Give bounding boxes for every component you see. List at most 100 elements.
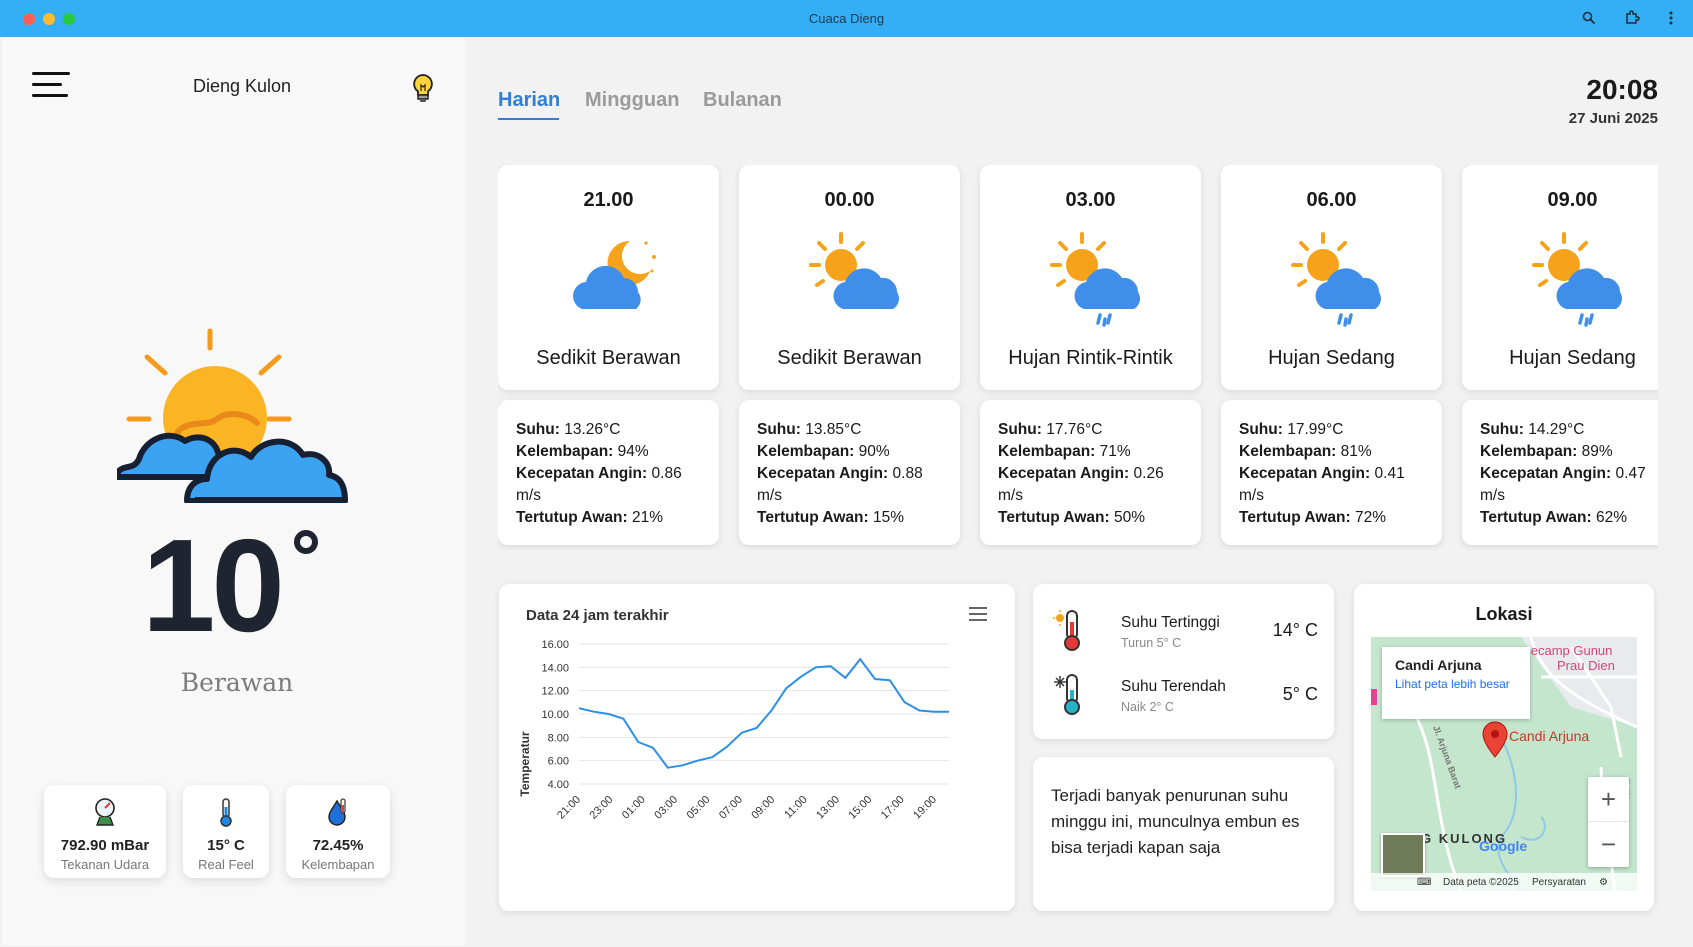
y-tick-label: 8.00 (548, 732, 569, 744)
forecast-card: 03.00 Hujan Rintik-Rintik Suhu: 17.76°C … (980, 165, 1201, 545)
cloud-moon-icon (573, 240, 656, 309)
awan-label: Tertutup Awan: (998, 509, 1110, 526)
zoom-icon[interactable] (1580, 9, 1598, 27)
suhu-label: Suhu: (757, 421, 801, 438)
high-temp-label: Suhu Tertinggi (1121, 614, 1220, 631)
pressure-value: 792.90 mBar (60, 837, 150, 854)
suhu-value: 13.26°C (564, 421, 621, 438)
active-tab-underline (498, 118, 559, 120)
angin-label: Kecepatan Angin: (1480, 465, 1612, 482)
zoom-out-button[interactable]: − (1588, 822, 1629, 867)
humidity-label: Kelembapan (301, 857, 375, 872)
pressure-label: Tekanan Udara (60, 857, 150, 872)
y-tick-label: 12.00 (541, 686, 569, 698)
x-tick-label: 15:00 (846, 794, 874, 822)
map-data-text: Data peta ©2025 (1443, 877, 1519, 888)
hamburger-menu-button[interactable] (32, 72, 70, 100)
sidebar: Dieng Kulon 10 Berawan 792.90 mBar Tekan… (2, 37, 465, 945)
pressure-stat: 792.90 mBar Tekanan Udara (44, 785, 166, 878)
forecast-condition: Sedikit Berawan (536, 347, 681, 369)
temperature-line-chart: Temperatur 16.00 14.00 12.00 10.00 8.00 6.00 4… (518, 639, 949, 822)
angin-unit: m/s (998, 487, 1023, 504)
forecast-condition: Sedikit Berawan (777, 347, 922, 369)
x-tick-label: 21:00 (555, 794, 583, 822)
suhu-label: Suhu: (1239, 421, 1283, 438)
map-marker-label: Candi Arjuna (1509, 728, 1589, 744)
temperature-summary-card: Suhu Tertinggi Turun 5° C 14° C Suhu Ter… (1033, 584, 1334, 739)
tab-harian[interactable]: Harian (498, 89, 560, 112)
suhu-value: 17.76°C (1046, 421, 1103, 438)
x-tick-label: 23:00 (588, 794, 616, 822)
map-info-window: Candi Arjuna Lihat peta lebih besar (1382, 647, 1530, 719)
low-temp-label: Suhu Terendah (1121, 678, 1226, 695)
kelembapan-label: Kelembapan: (1239, 443, 1337, 460)
map-terms-link[interactable]: Persyaratan (1532, 877, 1586, 888)
google-map[interactable]: Jl. Arjuna Barat Jl. Wama asecamp Gunun … (1371, 637, 1637, 891)
forecast-condition: Hujan Rintik-Rintik (1008, 347, 1173, 369)
forecast-details: Suhu: 13.26°C Kelembapan: 94% Kecepatan … (498, 400, 719, 545)
x-tick-label: 19:00 (911, 794, 939, 822)
angin-unit: m/s (516, 487, 541, 504)
map-title: Lokasi (1475, 604, 1533, 624)
awan-value: 21% (631, 509, 663, 526)
forecast-details: Suhu: 17.99°C Kelembapan: 81% Kecepatan … (1221, 400, 1442, 545)
kelembapan-label: Kelembapan: (516, 443, 614, 460)
satellite-toggle-button[interactable] (1381, 833, 1425, 877)
forecast-card-top: 09.00 Hujan Sedang (1462, 165, 1658, 390)
degree-symbol (294, 530, 318, 554)
forecast-hour: 09.00 (1547, 189, 1598, 211)
angin-label: Kecepatan Angin: (757, 465, 889, 482)
awan-label: Tertutup Awan: (1480, 509, 1592, 526)
current-time: 20:08 (1586, 74, 1658, 105)
tab-bulanan[interactable]: Bulanan (703, 89, 782, 112)
map-place-name: Candi Arjuna (1395, 657, 1482, 673)
zoom-in-button[interactable]: + (1588, 777, 1629, 822)
awan-label: Tertutup Awan: (757, 509, 869, 526)
forecast-carousel[interactable]: 21.00 Sedikit Berawan Suhu: 13.26°C Kele… (498, 165, 1658, 550)
awan-value: 50% (1113, 509, 1145, 526)
thermometer-cold-icon (1054, 674, 1080, 715)
sun-cloud-icon (117, 328, 348, 503)
forecast-hour: 21.00 (583, 189, 634, 211)
forecast-card: 21.00 Sedikit Berawan Suhu: 13.26°C Kele… (498, 165, 719, 545)
map-poi-label: asecamp Gunun (1517, 643, 1612, 658)
current-temperature: 10 (142, 512, 285, 659)
more-options-icon[interactable] (1662, 9, 1680, 27)
keyboard-icon[interactable]: ⌨ (1417, 877, 1431, 888)
angin-label: Kecepatan Angin: (516, 465, 648, 482)
suhu-value: 13.85°C (805, 421, 862, 438)
suhu-label: Suhu: (1480, 421, 1524, 438)
sun-cloud-rain-icon (1532, 232, 1622, 327)
angin-value: 0.47 (1615, 465, 1646, 482)
realfeel-value: 15° C (207, 837, 245, 854)
forecast-card-top: 21.00 Sedikit Berawan (498, 165, 719, 390)
forecast-hour: 06.00 (1306, 189, 1357, 211)
temperature-chart-card: Data 24 jam terakhir Temperatur 16.00 14.… (499, 584, 1015, 911)
kelembapan-label: Kelembapan: (757, 443, 855, 460)
awan-value: 15% (872, 509, 904, 526)
weather-note-card: Terjadi banyak penurunan suhu minggu ini… (1033, 757, 1334, 911)
map-settings-icon[interactable]: ⚙ (1599, 877, 1608, 888)
lightbulb-icon[interactable] (410, 73, 436, 105)
location-title: Dieng Kulon (192, 76, 292, 96)
tab-mingguan[interactable]: Mingguan (585, 89, 679, 112)
forecast-condition: Hujan Sedang (1509, 347, 1636, 369)
y-tick-label: 14.00 (541, 662, 569, 674)
low-temp-row: Suhu Terendah Naik 2° C 5° C (1053, 672, 1318, 722)
forecast-hour: 03.00 (1065, 189, 1116, 211)
angin-label: Kecepatan Angin: (1239, 465, 1371, 482)
current-condition: Berawan (180, 668, 294, 697)
sun-cloud-rain-icon (1050, 232, 1140, 327)
suhu-value: 14.29°C (1528, 421, 1585, 438)
map-footer: ⌨ Data peta ©2025 Persyaratan ⚙ (1371, 873, 1637, 891)
angin-value: 0.41 (1374, 465, 1405, 482)
extensions-icon[interactable] (1623, 9, 1641, 27)
view-larger-map-link[interactable]: Lihat peta lebih besar (1395, 677, 1517, 691)
map-pin-icon[interactable] (1481, 721, 1509, 759)
awan-value: 62% (1595, 509, 1627, 526)
forecast-card: 06.00 Hujan Sedang Suhu: 17.99°C Kelemba… (1221, 165, 1442, 545)
clock: 20:08 27 Juni 2025 (1569, 74, 1658, 127)
angin-label: Kecepatan Angin: (998, 465, 1130, 482)
forecast-card: 00.00 Sedikit Berawan Suhu: 13.85°C Kele… (739, 165, 960, 545)
forecast-hour: 00.00 (824, 189, 875, 211)
